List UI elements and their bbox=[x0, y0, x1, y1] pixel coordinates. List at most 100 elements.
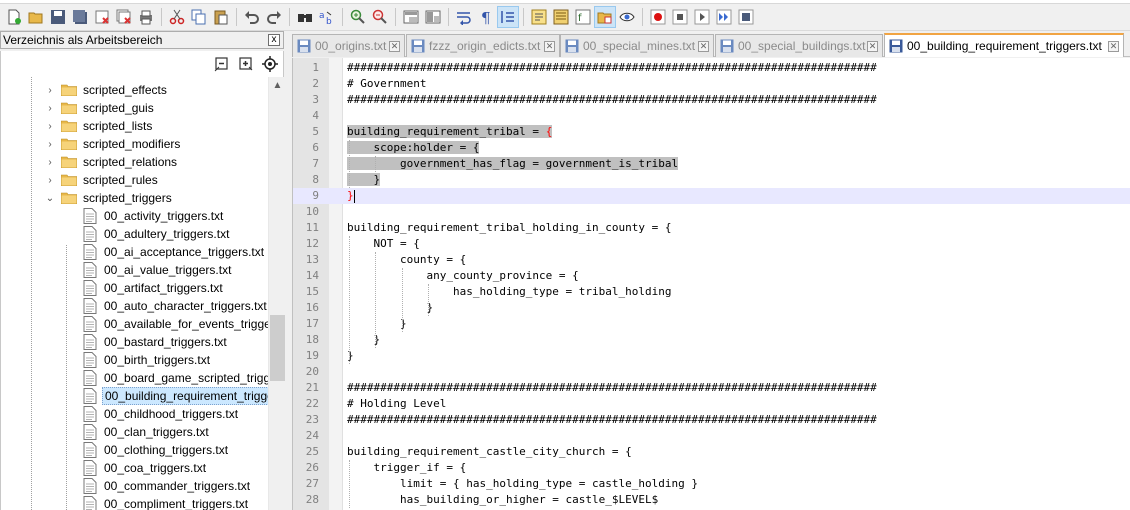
tree-file-item[interactable]: 00_available_for_events_triggers bbox=[83, 315, 268, 333]
collapse-all-icon[interactable] bbox=[213, 55, 231, 73]
tree-folder-item[interactable]: ⌄ scripted_triggers bbox=[45, 189, 174, 207]
tab-label: 00_special_buildings.txt bbox=[738, 39, 866, 53]
tree-file-item[interactable]: 00_childhood_triggers.txt bbox=[83, 405, 240, 423]
tree-file-item[interactable]: 00_bastard_triggers.txt bbox=[83, 333, 229, 351]
editor-tab[interactable]: 00_origins.txt ✕ bbox=[292, 34, 405, 57]
word-wrap-icon[interactable] bbox=[453, 6, 475, 28]
code-line: 25 building_requirement_castle_city_churc… bbox=[293, 444, 1130, 460]
new-file-icon[interactable] bbox=[3, 6, 25, 28]
save-state-icon bbox=[889, 39, 903, 53]
expand-chevron-icon[interactable]: › bbox=[45, 85, 55, 96]
tree-file-item[interactable]: 00_auto_character_triggers.txt bbox=[83, 297, 268, 315]
tree-file-item[interactable]: 00_building_requirement_trigge bbox=[83, 387, 268, 405]
workspace-panel: Verzeichnis als Arbeitsbereich x › script… bbox=[0, 31, 286, 510]
tab-label: 00_origins.txt bbox=[315, 39, 387, 53]
tree-file-item[interactable]: 00_activity_triggers.txt bbox=[83, 207, 225, 225]
expand-chevron-icon[interactable]: › bbox=[45, 157, 55, 168]
show-all-chars-icon[interactable]: ¶ bbox=[475, 6, 497, 28]
tree-file-item[interactable]: 00_artifact_triggers.txt bbox=[83, 279, 225, 297]
toolbar-separator bbox=[342, 8, 343, 26]
code-text: has_holding_type = tribal_holding bbox=[347, 284, 672, 300]
save-macro-icon[interactable] bbox=[735, 6, 757, 28]
toolbar-separator bbox=[236, 8, 237, 26]
line-number: 21 bbox=[305, 381, 319, 394]
expand-chevron-icon[interactable]: › bbox=[45, 175, 55, 186]
play-macro-icon[interactable] bbox=[691, 6, 713, 28]
tab-close-icon[interactable]: ✕ bbox=[1108, 41, 1119, 52]
tree-folder-item[interactable]: › scripted_lists bbox=[45, 117, 154, 135]
open-file-icon[interactable] bbox=[25, 6, 47, 28]
stop-macro-icon[interactable] bbox=[669, 6, 691, 28]
tab-close-icon[interactable]: ✕ bbox=[544, 41, 555, 52]
collapse-chevron-icon[interactable]: ⌄ bbox=[45, 193, 55, 204]
expand-chevron-icon[interactable]: › bbox=[45, 121, 55, 132]
replace-icon[interactable]: ab bbox=[316, 6, 338, 28]
tab-close-icon[interactable]: ✕ bbox=[698, 41, 709, 52]
tree-file-item[interactable]: 00_clan_triggers.txt bbox=[83, 423, 211, 441]
redo-icon[interactable] bbox=[263, 6, 285, 28]
tab-close-icon[interactable]: ✕ bbox=[867, 41, 878, 52]
editor-tab[interactable]: 00_special_buildings.txt ✕ bbox=[715, 34, 883, 57]
expand-chevron-icon[interactable]: › bbox=[45, 139, 55, 150]
code-line: 8 } bbox=[293, 172, 1130, 188]
tree-file-item[interactable]: 00_birth_triggers.txt bbox=[83, 351, 212, 369]
tree-item-label: 00_childhood_triggers.txt bbox=[104, 407, 239, 421]
tree-folder-item[interactable]: › scripted_modifiers bbox=[45, 135, 182, 153]
workspace-close-button[interactable]: x bbox=[268, 34, 280, 46]
record-macro-icon[interactable] bbox=[647, 6, 669, 28]
scroll-up-icon[interactable]: ▲ bbox=[269, 77, 286, 94]
save-icon[interactable] bbox=[47, 6, 69, 28]
sync-vertical-icon[interactable] bbox=[400, 6, 422, 28]
tree-file-item[interactable]: 00_clothing_triggers.txt bbox=[83, 441, 230, 459]
file-icon bbox=[83, 262, 97, 278]
tree-file-item[interactable]: 00_ai_value_triggers.txt bbox=[83, 261, 233, 279]
paste-icon[interactable] bbox=[210, 6, 232, 28]
tree-file-item[interactable]: 00_commander_triggers.txt bbox=[83, 477, 252, 495]
monitoring-icon[interactable] bbox=[616, 6, 638, 28]
line-number: 3 bbox=[312, 93, 319, 106]
locate-current-file-icon[interactable] bbox=[261, 55, 279, 73]
tree-item-label: 00_available_for_events_triggers bbox=[104, 317, 268, 331]
zoom-out-icon[interactable] bbox=[369, 6, 391, 28]
folder-workspace-icon[interactable] bbox=[594, 6, 616, 28]
line-number: 17 bbox=[305, 317, 319, 330]
cut-icon[interactable] bbox=[166, 6, 188, 28]
document-map-icon[interactable] bbox=[550, 6, 572, 28]
sync-horizontal-icon[interactable] bbox=[422, 6, 444, 28]
user-language-icon[interactable] bbox=[528, 6, 550, 28]
tree-folder-item[interactable]: › scripted_effects bbox=[45, 81, 169, 99]
code-text: } bbox=[347, 300, 433, 316]
run-macro-multiple-icon[interactable] bbox=[713, 6, 735, 28]
tree-file-item[interactable]: 00_ai_acceptance_triggers.txt bbox=[83, 243, 266, 261]
editor-tab[interactable]: 00_special_mines.txt ✕ bbox=[560, 34, 714, 57]
file-icon bbox=[83, 316, 97, 332]
expand-all-icon[interactable] bbox=[237, 55, 255, 73]
tab-close-icon[interactable]: ✕ bbox=[389, 41, 400, 52]
tree-folder-item[interactable]: › scripted_guis bbox=[45, 99, 156, 117]
tree-folder-item[interactable]: › scripted_rules bbox=[45, 171, 160, 189]
close-all-icon[interactable] bbox=[113, 6, 135, 28]
workspace-scrollbar[interactable]: ▲ bbox=[268, 77, 285, 510]
editor-tab[interactable]: fzzz_origin_edicts.txt ✕ bbox=[406, 34, 560, 57]
save-all-icon[interactable] bbox=[69, 6, 91, 28]
tree-file-item[interactable]: 00_coa_triggers.txt bbox=[83, 459, 208, 477]
find-icon[interactable] bbox=[294, 6, 316, 28]
scroll-thumb[interactable] bbox=[270, 315, 285, 381]
print-icon[interactable] bbox=[135, 6, 157, 28]
undo-icon[interactable] bbox=[241, 6, 263, 28]
code-editor[interactable]: 1 #######################################… bbox=[292, 58, 1130, 510]
copy-icon[interactable] bbox=[188, 6, 210, 28]
code-line: 18 } bbox=[293, 332, 1130, 348]
expand-chevron-icon[interactable]: › bbox=[45, 103, 55, 114]
zoom-in-icon[interactable] bbox=[347, 6, 369, 28]
editor-tab[interactable]: 00_building_requirement_triggers.txt ✕ bbox=[884, 33, 1124, 57]
code-line: 10 bbox=[293, 204, 1130, 220]
tree-folder-item[interactable]: › scripted_relations bbox=[45, 153, 179, 171]
tree-file-item[interactable]: 00_compliment_triggers.txt bbox=[83, 495, 250, 510]
tree-item-label: scripted_lists bbox=[83, 119, 153, 133]
tree-file-item[interactable]: 00_board_game_scripted_trigge bbox=[83, 369, 268, 387]
indent-guide-icon[interactable] bbox=[497, 6, 519, 28]
tree-file-item[interactable]: 00_adultery_triggers.txt bbox=[83, 225, 231, 243]
close-icon[interactable] bbox=[91, 6, 113, 28]
function-list-icon[interactable]: f bbox=[572, 6, 594, 28]
